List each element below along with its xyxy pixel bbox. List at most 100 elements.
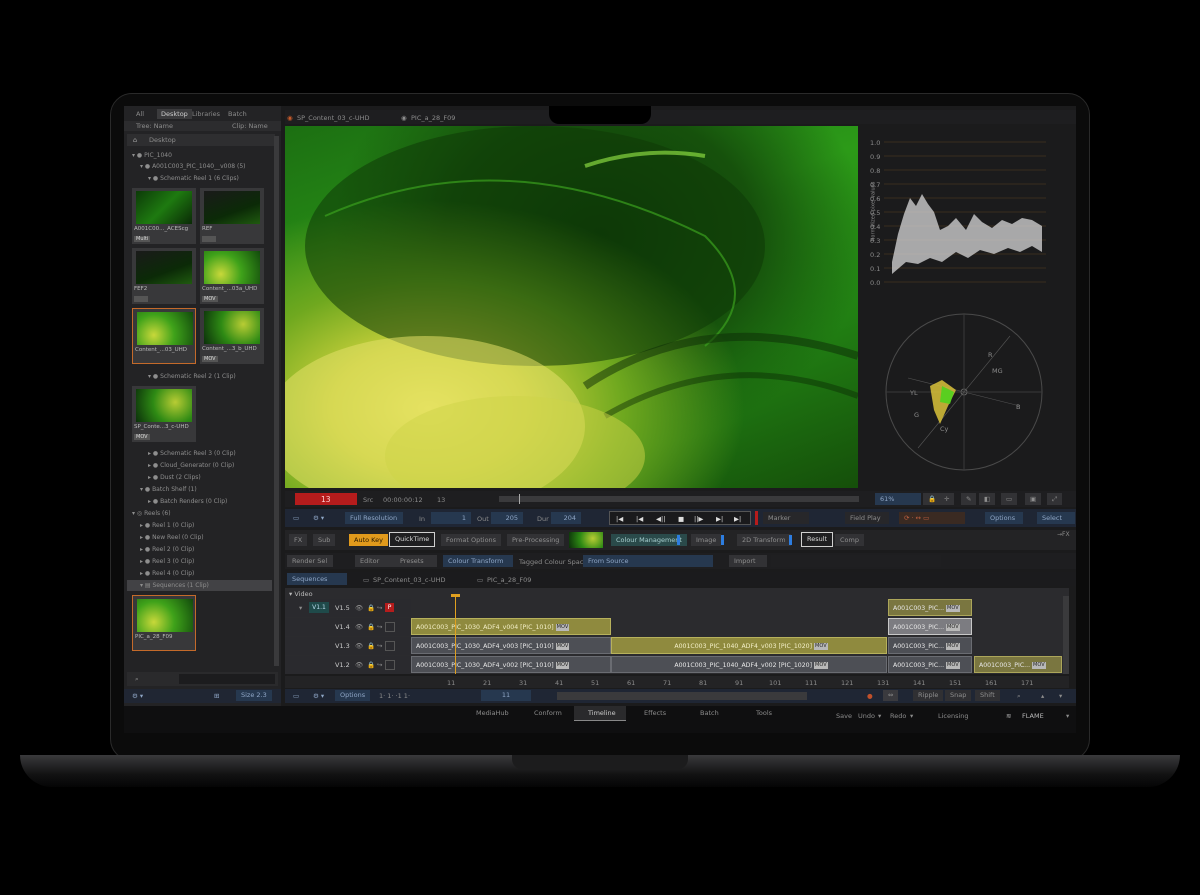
grid-view-icon[interactable]: ⊞ [214,693,219,700]
timeline-clip[interactable]: A001C003_PIC... MOV [888,599,972,616]
viewer-settings-icon[interactable]: ▭ [293,515,299,522]
track-toggle[interactable] [385,660,395,670]
primary-track-badge[interactable]: P [385,603,394,612]
tab-batch[interactable]: Batch [700,710,719,717]
comp-node[interactable]: Comp [835,534,864,546]
colour-management-node[interactable]: Colour Management [611,534,687,546]
player-viewer[interactable] [285,126,858,488]
go-to-end-icon[interactable]: ▶| [734,516,741,523]
timeline-clip[interactable]: A001C003_PIC... MOV [888,618,972,635]
tree-item[interactable]: ▾ ● A001C003_PIC_1040__v008 (5) [140,164,246,170]
presets-menu[interactable]: Presets [395,555,437,567]
import-button[interactable]: Import [729,555,767,567]
play-mode-select[interactable]: Field Play [845,512,889,524]
scrub-handle[interactable] [519,494,520,504]
play-icon[interactable]: ||▶ [694,516,703,523]
sub-button[interactable]: Sub [313,534,336,546]
lock-icon[interactable]: 🔒 [367,662,375,669]
tab-libraries[interactable]: Libraries [188,109,224,119]
source-patch[interactable]: V1.1 [309,602,329,613]
options-menu[interactable]: Options [985,512,1023,524]
stop-icon[interactable]: ■ [678,516,684,523]
viewer-tab[interactable]: PIC_a_28_F09 [411,115,455,122]
timeline-clip[interactable]: A001C003_PIC... MOV [888,637,972,654]
tree-item[interactable]: ▸ ● Schematic Reel 3 (0 Clip) [148,451,236,457]
lock-icon[interactable]: 🔒 [367,624,375,631]
redo-dropdown-icon[interactable]: ▾ [910,713,913,720]
playhead-handle[interactable] [451,594,460,597]
timeline-view-icon[interactable]: ▭ [293,693,299,700]
link-icon[interactable]: ↪ [377,662,382,669]
tree-item[interactable]: ▸ ● Cloud_Generator (0 Clip) [148,463,234,469]
tree-item-selected[interactable]: ▾ ▤ Sequences (1 Clip) [127,580,272,591]
step-back-icon[interactable]: |◀ [636,516,643,523]
tab-timeline[interactable]: Timeline [574,706,626,721]
2d-transform-node[interactable]: 2D Transform [737,534,791,546]
colour-transform-select[interactable]: Colour Transform [443,555,513,567]
timeline-frame-field[interactable]: 11 [481,690,531,701]
tab-batch[interactable]: Batch [224,109,251,119]
clip-thumbnail[interactable]: A001C00..._ACEScg Multi [132,188,196,244]
out-point-field[interactable]: 205 [491,512,523,524]
tree-item[interactable]: ▸ ● Batch Renders (0 Clip) [148,499,227,505]
redo-button[interactable]: Redo [890,713,906,720]
edit-mode-button[interactable]: ⇔ [883,690,899,701]
view-icon[interactable]: ◧ [979,493,996,505]
auto-key-button[interactable]: Auto Key [349,534,388,546]
track-header-v13[interactable]: V1.3 👁 🔒 ↪ [285,637,411,655]
timeline-tab[interactable]: PIC_a_28_F09 [487,577,531,584]
timeline-zoom-scrollbar[interactable] [557,692,807,700]
timeline-scrollbar[interactable] [1063,596,1069,674]
thumb-size-button[interactable]: Size 2.3 [236,690,272,701]
tree-item[interactable]: ▾ ● Schematic Reel 1 (6 Clips) [148,176,239,182]
quicktime-node[interactable]: QuickTime [389,532,436,547]
marker-button[interactable]: Marker [763,512,809,524]
track-toggle[interactable] [385,622,395,632]
duration-field[interactable]: 204 [551,512,581,524]
src-timecode[interactable]: 00:00:00:12 [383,497,423,504]
lock-icon[interactable]: 🔒 [367,643,375,650]
tree-item[interactable]: ▾ ● PIC_1040 [132,153,172,159]
timeline-options-menu[interactable]: Options [335,690,371,701]
tree-item[interactable]: ▸ ● New Reel (0 Clip) [140,535,204,541]
scrub-bar[interactable] [499,494,859,504]
gear-icon[interactable]: ⚙ ▾ [313,693,324,700]
tab-tools[interactable]: Tools [756,710,772,717]
render-selection-button[interactable]: Render Sel [287,555,333,567]
search-icon[interactable]: ⌕ [135,676,139,683]
color-picker-icon[interactable]: ✎ [961,493,977,505]
gear-icon[interactable]: ⚙ ▾ [132,693,143,700]
tree-root-row[interactable]: ⌂ Desktop [127,134,275,146]
record-icon[interactable]: ● [867,693,873,700]
tree-item[interactable]: ▸ ● Reel 3 (0 Clip) [140,559,194,565]
track-header-v14[interactable]: V1.4 👁 🔒 ↪ [285,618,411,636]
scope-icon[interactable]: ▭ [1001,493,1018,505]
timeline-clip[interactable]: A001C003_PIC_1040_ADF4_v003 [PIC_1020] MO… [611,637,887,654]
arrow-down-icon[interactable]: ▾ [1059,693,1062,700]
timeline-clip[interactable]: A001C003_PIC_1030_ADF4_v002 [PIC_1010] MO… [411,656,611,673]
tree-item[interactable]: ▾ ◎ Reels (6) [132,511,171,517]
product-menu-icon[interactable]: ▾ [1066,713,1069,720]
tab-sequences[interactable]: Sequences [287,573,347,585]
fullscreen-icon[interactable]: ⤢ [1047,493,1063,505]
current-frame-field[interactable]: 13 [295,493,357,505]
layout-icon[interactable]: ▣ [1025,493,1042,505]
shift-button[interactable]: Shift [975,690,1000,701]
clip-thumbnail[interactable]: SP_Conte...3_c-UHD MOV [132,386,196,442]
eye-icon[interactable]: 👁 [355,643,363,650]
eye-icon[interactable]: 👁 [355,662,363,669]
colour-space-select[interactable]: From Source [583,555,713,567]
track-header-v15[interactable]: ▾ V1.1 V1.5 👁 🔒 ↪ P [285,599,411,617]
tree-name-header[interactable]: Tree: Name [136,123,173,130]
arrow-up-icon[interactable]: ▴ [1041,693,1044,700]
image-node[interactable]: Image [691,534,722,546]
fx-shortcut[interactable]: →FX [1057,532,1070,538]
tab-effects[interactable]: Effects [644,710,666,717]
timeline-tab[interactable]: SP_Content_03_c-UHD [373,577,446,584]
playhead[interactable] [455,596,456,674]
loop-controls[interactable]: ⟳ · ↔ ▭ [899,512,965,524]
clip-thumbnail[interactable]: Content_...03a_UHD MOV [200,248,264,304]
step-forward-icon[interactable]: ▶| [716,516,723,523]
eye-icon[interactable]: 👁 [355,624,363,631]
tree-item[interactable]: ▾ ● Schematic Reel 2 (1 Clip) [148,374,236,380]
